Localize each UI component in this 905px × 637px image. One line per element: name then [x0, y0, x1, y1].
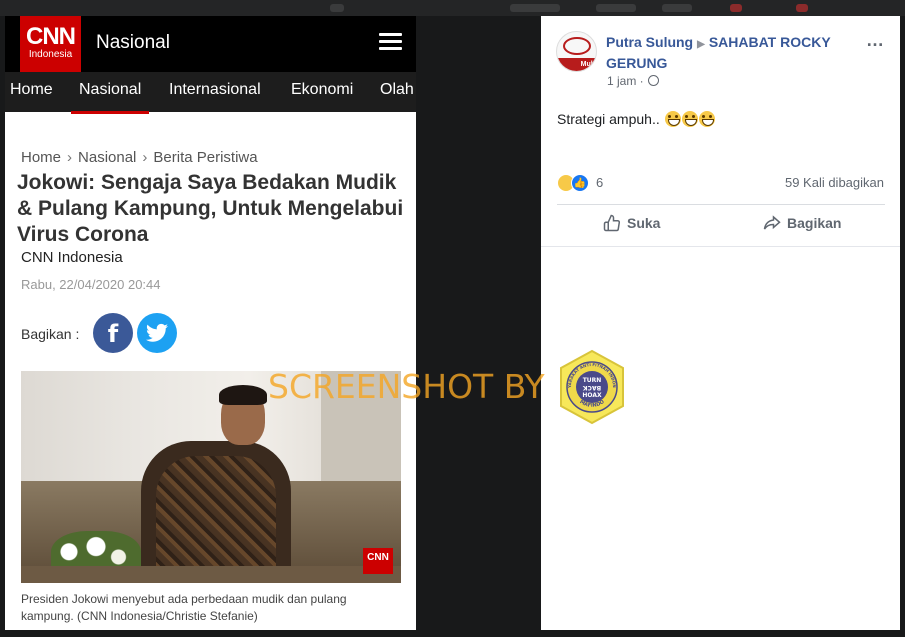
author-name[interactable]: Putra Sulung	[606, 34, 693, 50]
breadcrumb-home[interactable]: Home	[21, 149, 61, 166]
reaction-count: 6	[596, 175, 604, 190]
breadcrumb-separator: ›	[142, 149, 148, 166]
breadcrumb: Home › Nasional › Berita Peristiwa	[21, 149, 258, 166]
like-reaction-icon: 👍	[571, 174, 589, 192]
post-timestamp[interactable]: 1 jam ·	[607, 74, 659, 88]
share-label: Bagikan :	[21, 326, 80, 342]
twitter-share-icon[interactable]	[137, 313, 177, 353]
grinning-emoji-icon	[698, 111, 715, 127]
grinning-emoji-icon	[681, 111, 698, 127]
share-button[interactable]: Bagikan	[763, 214, 841, 238]
divider	[541, 246, 900, 247]
post-text-content: Strategi ampuh..	[557, 111, 660, 127]
breadcrumb-separator: ›	[67, 149, 73, 166]
photo-caption: Presiden Jokowi menyebut ada perbedaan m…	[21, 592, 347, 623]
share-label: Bagikan	[787, 215, 842, 231]
tab-nasional[interactable]: Nasional	[70, 81, 150, 114]
breadcrumb-berita-peristiwa[interactable]: Berita Peristiwa	[153, 149, 257, 166]
cnn-logo-text: CNN	[26, 23, 76, 50]
svg-text:BACK: BACK	[583, 384, 602, 391]
post-author-line: Putra Sulung ▶ SAHABAT ROCKY GERUNG	[606, 33, 856, 73]
blurred-badge	[730, 4, 742, 12]
timestamp-text: 1 jam	[607, 74, 637, 88]
tab-internasional[interactable]: Internasional	[169, 81, 261, 99]
article-headline: Jokowi: Sengaja Saya Bedakan Mudik & Pul…	[17, 171, 404, 246]
background-topbar	[0, 0, 905, 16]
grinning-emoji-icon	[664, 111, 681, 127]
article-date: Rabu, 22/04/2020 20:44	[21, 277, 161, 292]
blurred-item	[662, 4, 692, 12]
blurred-icon	[330, 4, 344, 12]
avatar-emblem	[563, 37, 591, 55]
facebook-share-icon[interactable]: f	[93, 313, 133, 353]
like-label: Suka	[627, 215, 661, 231]
section-title: Nasional	[96, 32, 170, 53]
share-count[interactable]: 59 Kali dibagikan	[785, 175, 884, 190]
blurred-badge	[796, 4, 808, 12]
share-arrow-icon	[763, 215, 781, 230]
cnn-logo-subtext: Indonesia	[28, 49, 73, 60]
cnn-article-screenshot: CNN Indonesia Nasional Home Nasional Int…	[5, 16, 416, 630]
svg-text:TURN: TURN	[583, 377, 602, 384]
blurred-item	[510, 4, 560, 12]
avatar-text: Muh	[557, 58, 596, 71]
cnn-header: CNN Indonesia Nasional	[5, 16, 416, 72]
cnn-logo[interactable]: CNN Indonesia	[20, 16, 81, 72]
blurred-item	[596, 4, 636, 12]
article-source: CNN Indonesia	[21, 249, 123, 266]
category-nav: Home Nasional Internasional Ekonomi Olah	[5, 72, 416, 114]
mafindo-badge-logo: TURN BACK HOAX MASYARAKAT ANTI FITNAH IN…	[557, 345, 625, 425]
avatar[interactable]: Muh	[556, 31, 597, 72]
tab-home[interactable]: Home	[10, 81, 53, 99]
group-arrow-icon: ▶	[697, 39, 705, 50]
watermark-text: SCREENSHOT BY	[268, 367, 545, 406]
facebook-post: Muh Putra Sulung ▶ SAHABAT ROCKY GERUNG 1 …	[541, 16, 900, 630]
divider	[557, 204, 885, 205]
like-button[interactable]: Suka	[603, 214, 660, 238]
tab-olahraga[interactable]: Olah	[380, 81, 414, 99]
globe-icon	[647, 75, 659, 86]
post-text: Strategi ampuh..	[557, 111, 715, 127]
tab-ekonomi[interactable]: Ekonomi	[291, 81, 353, 99]
svg-text:HOAX: HOAX	[582, 392, 602, 399]
photo-cnn-logo: CNN	[363, 548, 393, 574]
hamburger-menu-icon[interactable]	[379, 33, 402, 51]
thumbs-up-icon	[603, 214, 621, 232]
more-options-icon[interactable]: …	[866, 30, 885, 51]
breadcrumb-nasional[interactable]: Nasional	[78, 149, 136, 166]
